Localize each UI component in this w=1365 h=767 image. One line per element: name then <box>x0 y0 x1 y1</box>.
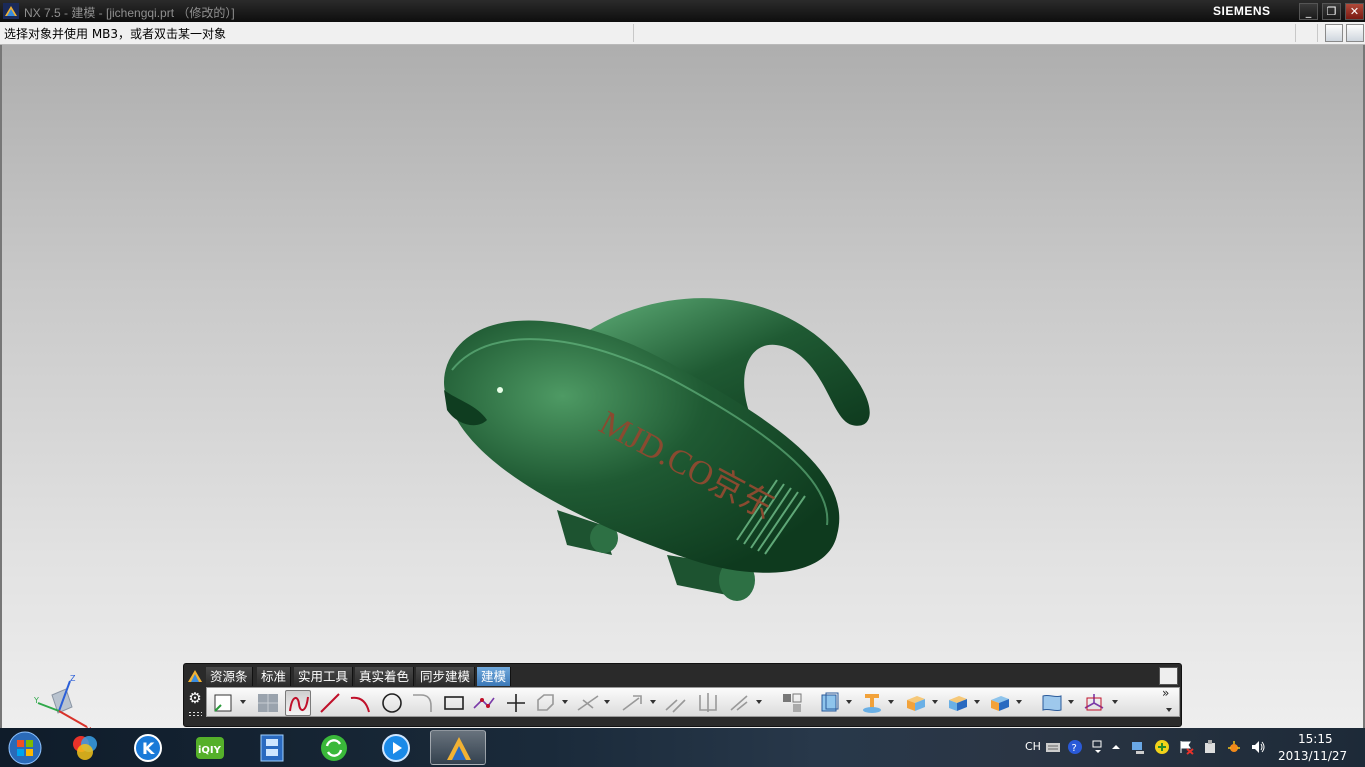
taskbar-media-player[interactable] <box>368 730 424 765</box>
triad-y-label: Y <box>33 696 39 705</box>
block-icon[interactable] <box>903 690 929 716</box>
pattern-icon[interactable] <box>727 690 753 716</box>
shell-icon[interactable] <box>945 690 971 716</box>
volume-icon[interactable] <box>1250 739 1266 755</box>
point-icon[interactable] <box>471 690 497 716</box>
triad-z-label: Z <box>70 674 76 683</box>
arc-icon[interactable] <box>347 690 373 716</box>
tab-modeling[interactable]: 建模 <box>477 667 512 686</box>
vacuum-model[interactable]: MJD.CO京东 <box>432 280 892 620</box>
plus-icon[interactable] <box>503 690 529 716</box>
cue-divider <box>1317 24 1318 42</box>
rectangle-icon[interactable] <box>441 690 467 716</box>
safely-remove-icon[interactable] <box>1202 739 1218 755</box>
action-center-icon[interactable] <box>1178 739 1194 755</box>
through-curves-icon[interactable] <box>1039 690 1065 716</box>
grip-handle[interactable] <box>188 711 202 717</box>
close-button[interactable]: ✕ <box>1345 3 1364 20</box>
chevron-down-icon[interactable] <box>931 698 939 706</box>
tab-standard[interactable]: 标准 <box>257 667 292 686</box>
taskbar-refresh-green[interactable] <box>306 730 362 765</box>
show-hidden-icons[interactable] <box>1108 739 1124 755</box>
siemens-brand: SIEMENS <box>1213 4 1271 18</box>
taskbar-kugou[interactable]: K <box>120 730 176 765</box>
extrude-icon[interactable] <box>817 690 843 716</box>
chevron-down-icon[interactable] <box>887 698 895 706</box>
system-tray: CH ? 15:15 2013/11/27 <box>1020 728 1365 767</box>
polygon-icon[interactable] <box>533 690 559 716</box>
network-icon[interactable] <box>1130 739 1146 755</box>
chevron-down-icon[interactable] <box>649 698 657 706</box>
toolbar-tabs: 资源条 标准 实用工具 真实着色 同步建模 建模 <box>184 666 1181 686</box>
chevron-down-icon[interactable] <box>1067 698 1075 706</box>
title-bar: NX 7.5 - 建模 - [jichengqi.prt （修改的）] SIEM… <box>0 0 1365 22</box>
nx-logo-icon <box>188 670 202 682</box>
full-screen-icon[interactable] <box>1346 24 1364 42</box>
language-indicator[interactable]: CH <box>1025 740 1041 753</box>
clock-date[interactable]: 2013/11/27 <box>1278 749 1347 763</box>
svg-text:iQIY: iQIY <box>198 745 222 756</box>
datum-csys-icon[interactable] <box>1081 690 1107 716</box>
tab-synchronous-modeling[interactable]: 同步建模 <box>416 667 476 686</box>
cue-line: 选择对象并使用 MB3，或者双击某一对象 <box>0 22 1365 45</box>
tab-utility[interactable]: 实用工具 <box>294 667 354 686</box>
taskbar-nx-app[interactable] <box>430 730 486 765</box>
toolbar-menu-button[interactable] <box>1159 667 1178 685</box>
block-solid-icon[interactable] <box>987 690 1013 716</box>
toolbar-dock: 资源条 标准 实用工具 真实着色 同步建模 建模 ⚙ » <box>183 663 1182 727</box>
security-icon[interactable] <box>1226 739 1242 755</box>
trim-icon[interactable] <box>575 690 601 716</box>
svg-text:K: K <box>142 739 155 758</box>
offset-icon[interactable] <box>663 690 689 716</box>
minimize-button[interactable]: _ <box>1299 3 1318 20</box>
tab-true-shading[interactable]: 真实着色 <box>355 667 415 686</box>
fillet-curve-icon[interactable] <box>409 690 435 716</box>
restore-button[interactable]: ❐ <box>1322 3 1341 20</box>
chevron-down-icon[interactable] <box>845 698 853 706</box>
circle-icon[interactable] <box>379 690 405 716</box>
chevron-down-icon[interactable] <box>603 698 611 706</box>
add-icon[interactable] <box>1154 739 1170 755</box>
chevron-down-icon[interactable] <box>973 698 981 706</box>
modeling-toolbar: » <box>206 686 1180 717</box>
chevron-down-icon[interactable] <box>1165 706 1173 714</box>
keyboard-icon[interactable] <box>1045 739 1061 755</box>
taskbar-film-strip[interactable] <box>244 730 300 765</box>
taskbar-iqiyi[interactable]: iQIY <box>182 730 238 765</box>
chevron-down-icon[interactable] <box>239 698 247 706</box>
chevron-down-icon[interactable] <box>755 698 763 706</box>
chevron-down-icon[interactable] <box>561 698 569 706</box>
mirror-icon[interactable] <box>695 690 721 716</box>
extend-icon[interactable] <box>619 690 645 716</box>
revolve-icon[interactable] <box>859 690 885 716</box>
selection-filter-icon[interactable] <box>1325 24 1343 42</box>
windows-start-icon[interactable] <box>5 730 45 766</box>
cue-prompt: 选择对象并使用 MB3，或者双击某一对象 <box>4 27 227 41</box>
cue-divider <box>633 24 634 42</box>
sketch-icon[interactable] <box>211 690 237 716</box>
graphics-window[interactable]: MJD.CO京东 Z Y X <box>0 45 1365 735</box>
window-title: NX 7.5 - 建模 - [jichengqi.prt （修改的）] <box>24 6 235 20</box>
edge-blend-icon[interactable] <box>779 690 805 716</box>
studio-spline-icon[interactable] <box>285 690 311 716</box>
gear-icon[interactable]: ⚙ <box>186 687 204 709</box>
taskbar-color-app[interactable] <box>57 730 113 765</box>
chevron-down-icon[interactable] <box>1111 698 1119 706</box>
svg-text:?: ? <box>1072 743 1077 754</box>
line-icon[interactable] <box>317 690 343 716</box>
nx-logo-icon <box>3 3 19 19</box>
ime-options-icon[interactable] <box>1090 739 1106 755</box>
datum-plane-icon[interactable] <box>255 690 281 716</box>
tab-resource-bar[interactable]: 资源条 <box>206 667 253 686</box>
clock-time[interactable]: 15:15 <box>1298 732 1333 746</box>
toolbar-overflow[interactable]: » <box>1162 686 1169 700</box>
chevron-down-icon[interactable] <box>1015 698 1023 706</box>
help-icon[interactable]: ? <box>1067 739 1083 755</box>
wcs-triad-icon: Z Y X <box>33 674 92 735</box>
cue-divider <box>1295 24 1296 42</box>
